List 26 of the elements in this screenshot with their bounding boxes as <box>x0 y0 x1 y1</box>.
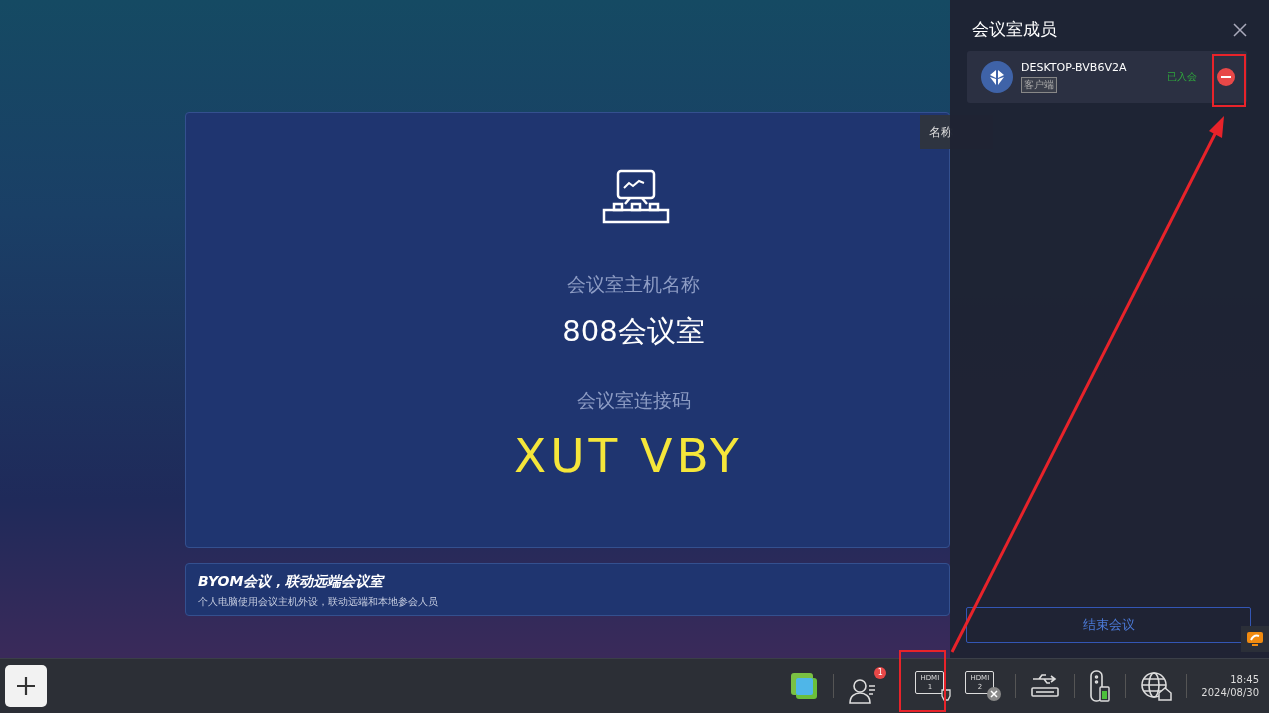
clock-time: 18:45 <box>1230 674 1259 685</box>
clock-date: 2024/08/30 <box>1201 687 1259 698</box>
notification-badge: 1 <box>874 667 887 679</box>
remote-battery-icon[interactable] <box>1089 669 1112 703</box>
globe-network-icon[interactable] <box>1140 671 1173 701</box>
plus-icon <box>16 676 36 696</box>
member-avatar-icon <box>981 61 1013 93</box>
panel-title: 会议室成员 <box>972 18 1057 41</box>
end-meeting-button[interactable]: 结束会议 <box>966 607 1251 643</box>
add-button[interactable] <box>5 665 47 707</box>
windows-icon[interactable] <box>789 671 820 701</box>
cast-icon[interactable] <box>1241 626 1269 652</box>
host-name: 808会议室 <box>562 313 705 350</box>
host-name-label: 会议室主机名称 <box>566 272 701 297</box>
connection-code: XUT VBY <box>514 428 743 483</box>
remove-icon[interactable] <box>1217 68 1235 86</box>
banner-title: BYOM会议，联动远端会议室 <box>198 573 386 591</box>
close-icon[interactable] <box>1233 22 1247 37</box>
member-status: 已入会 <box>1167 70 1197 84</box>
byom-banner[interactable]: BYOM会议，联动远端会议室 个人电脑使用会议主机外设，联动远端和本地参会人员 <box>185 563 950 616</box>
member-name: DESKTOP-BVB6V2A <box>1021 61 1127 74</box>
highlight-frame <box>899 650 946 712</box>
connection-code-label: 会议室连接码 <box>575 388 692 413</box>
highlight-frame <box>1212 54 1246 107</box>
member-tag: 客户端 <box>1021 77 1057 93</box>
banner-subtitle: 个人电脑使用会议主机外设，联动远端和本地参会人员 <box>198 595 439 609</box>
